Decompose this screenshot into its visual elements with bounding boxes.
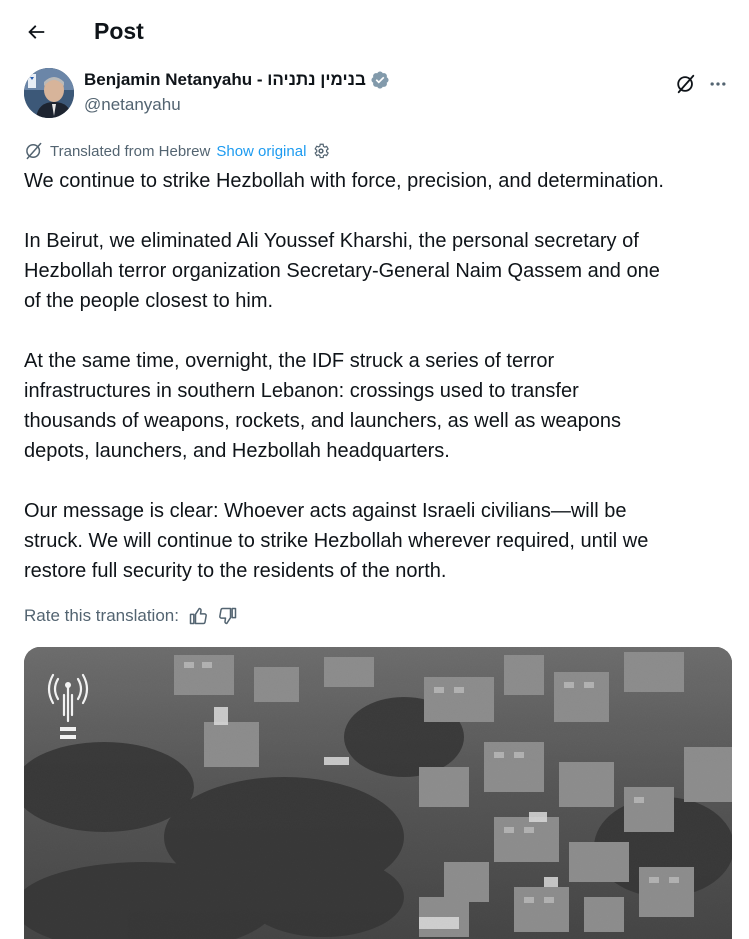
idf-spokesperson-logo xyxy=(47,673,89,739)
post-author: Benjamin Netanyahu - בנימין נתניהו @neta… xyxy=(24,68,726,120)
post-line: of the people closest to him. xyxy=(24,290,274,312)
post-paragraph: We continue to strike Hezbollah with for… xyxy=(24,166,744,196)
avatar[interactable] xyxy=(24,68,74,118)
translation-notice: Translated from Hebrew Show original xyxy=(24,140,330,162)
author-handle[interactable]: @netanyahu xyxy=(84,95,181,115)
translate-icon xyxy=(24,141,44,161)
author-name[interactable]: Benjamin Netanyahu - בנימין נתניהו xyxy=(84,70,366,90)
post-paragraph: At the same time, overnight, the IDF str… xyxy=(24,346,744,466)
thumbs-down-icon[interactable] xyxy=(217,605,239,627)
more-button[interactable] xyxy=(704,70,732,98)
post-paragraph: In Beirut, we eliminated Ali Youssef Kha… xyxy=(24,226,744,316)
rate-translation: Rate this translation: xyxy=(24,604,239,628)
post-paragraph: Our message is clear: Whoever acts again… xyxy=(24,496,744,586)
show-original-link[interactable]: Show original xyxy=(216,143,306,160)
more-icon xyxy=(710,82,726,86)
post-media[interactable] xyxy=(24,647,732,939)
rate-label: Rate this translation: xyxy=(24,606,179,625)
top-bar: Post xyxy=(0,0,749,66)
verified-badge-icon[interactable] xyxy=(370,70,390,90)
gear-icon[interactable] xyxy=(312,142,330,160)
translated-label: Translated from Hebrew xyxy=(50,142,211,160)
post-line: In Beirut, we eliminated Ali Youssef Kha… xyxy=(24,230,639,252)
post-line: infrastructures in southern Lebanon: cro… xyxy=(24,380,579,402)
media-frame xyxy=(24,647,732,939)
post-line: restore full security to the residents o… xyxy=(24,560,447,582)
post-line: thousands of weapons, rockets, and launc… xyxy=(24,410,622,432)
grok-icon xyxy=(677,74,695,94)
page-title: Post xyxy=(94,18,144,44)
post-line: struck. We will continue to strike Hezbo… xyxy=(24,530,649,552)
author-name-row: Benjamin Netanyahu - בנימין נתניהו xyxy=(84,70,390,90)
arrow-left-icon xyxy=(28,25,45,39)
grok-button[interactable] xyxy=(672,70,700,98)
thumbs-up-icon[interactable] xyxy=(187,605,209,627)
post-line: Our message is clear: Whoever acts again… xyxy=(24,500,627,522)
post-line: Hezbollah terror organization Secretary-… xyxy=(24,260,660,282)
back-button[interactable] xyxy=(18,14,54,50)
post-body: We continue to strike Hezbollah with for… xyxy=(24,166,744,586)
post-line: At the same time, overnight, the IDF str… xyxy=(24,350,555,372)
post-line: depots, launchers, and Hezbollah headqua… xyxy=(24,440,450,462)
post-line: We continue to strike Hezbollah with for… xyxy=(24,170,664,192)
